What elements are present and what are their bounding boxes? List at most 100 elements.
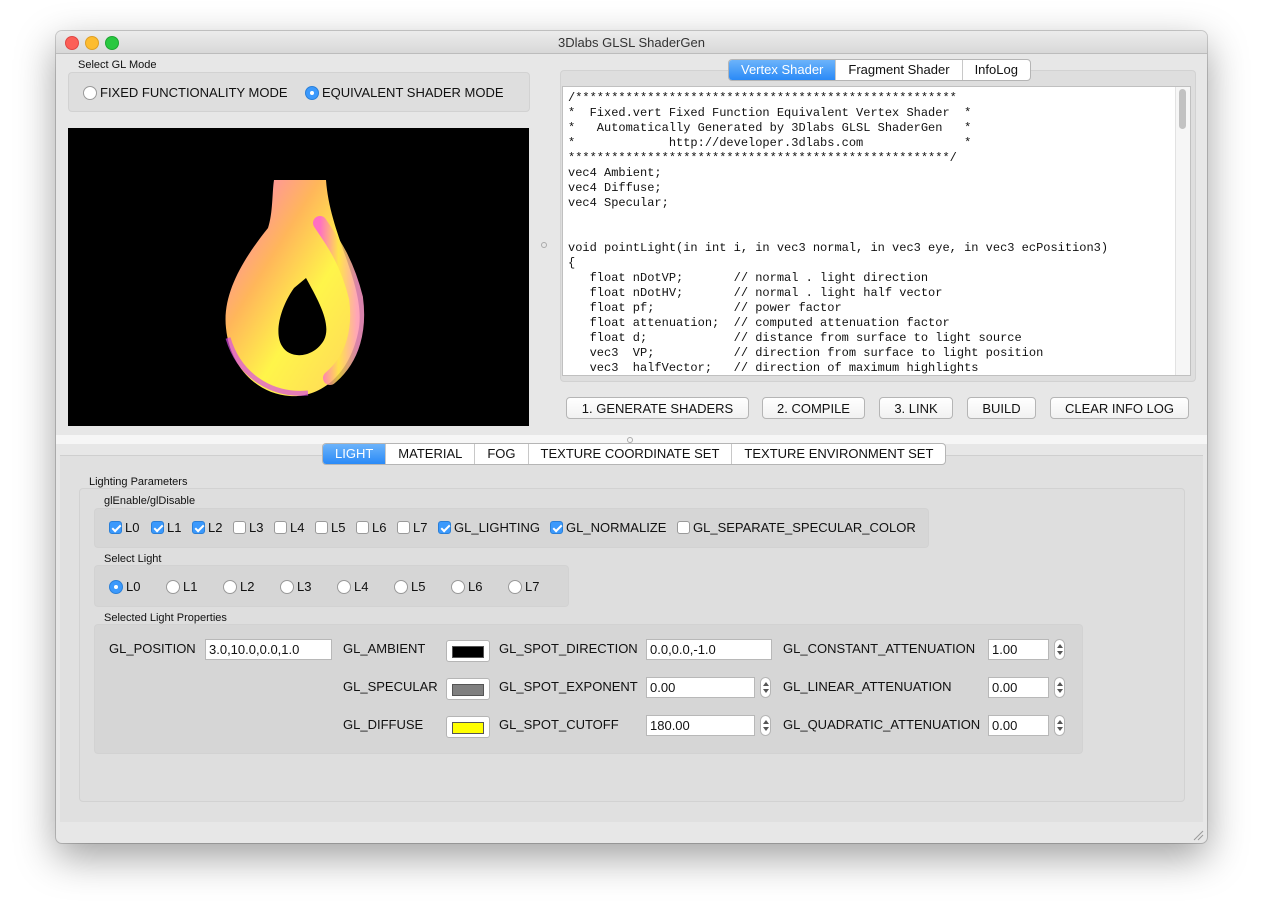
- enable-l6[interactable]: L6: [356, 519, 386, 535]
- tab-texture-environment-set[interactable]: TEXTURE ENVIRONMENT SET: [732, 444, 945, 464]
- link-button[interactable]: 3. LINK: [879, 397, 953, 419]
- enable-l7-checkbox[interactable]: [397, 521, 410, 535]
- gl-viewport[interactable]: [68, 128, 529, 426]
- enable-l7[interactable]: L7: [397, 519, 427, 535]
- light-radio-l1[interactable]: L1: [166, 578, 197, 594]
- tab-vertex-shader[interactable]: Vertex Shader: [729, 60, 837, 80]
- code-scrollbar-thumb[interactable]: [1179, 89, 1186, 129]
- clear-info-log-button[interactable]: CLEAR INFO LOG: [1050, 397, 1189, 419]
- vertical-splitter-handle[interactable]: [541, 242, 547, 248]
- enable-l4-label: L4: [290, 520, 305, 536]
- compile-button[interactable]: 2. COMPILE: [762, 397, 865, 419]
- shader-mode-radio-indicator[interactable]: [305, 85, 319, 100]
- gl-spot-exponent-input[interactable]: 0.00: [646, 677, 755, 698]
- fixed-mode-radio-indicator[interactable]: [83, 85, 97, 100]
- resize-grip-icon[interactable]: [1192, 829, 1204, 841]
- light-l1-indicator[interactable]: [166, 579, 180, 594]
- gl-linear-att-input[interactable]: 0.00: [988, 677, 1049, 698]
- light-radio-l0[interactable]: L0: [109, 578, 140, 594]
- enable-l1[interactable]: L1: [151, 519, 181, 535]
- tab-fragment-shader[interactable]: Fragment Shader: [836, 60, 963, 80]
- spot-cutoff-stepper[interactable]: [760, 715, 771, 736]
- gl-constant-att-input[interactable]: 1.00: [988, 639, 1049, 660]
- constant-att-stepper[interactable]: [1054, 639, 1065, 660]
- code-scrollbar[interactable]: [1175, 87, 1190, 375]
- spot-exponent-stepper[interactable]: [760, 677, 771, 698]
- tab-infolog[interactable]: InfoLog: [963, 60, 1030, 80]
- enable-gl-lighting[interactable]: GL_LIGHTING: [438, 519, 540, 535]
- enable-l6-checkbox[interactable]: [356, 521, 369, 535]
- enable-l1-checkbox[interactable]: [151, 521, 164, 535]
- title-bar: 3Dlabs GLSL ShaderGen: [56, 31, 1207, 54]
- light-radio-l5[interactable]: L5: [394, 578, 425, 594]
- build-button[interactable]: BUILD: [967, 397, 1036, 419]
- enable-gl-separate-specular[interactable]: GL_SEPARATE_SPECULAR_COLOR: [677, 519, 916, 535]
- enable-l2-checkbox[interactable]: [192, 521, 205, 535]
- light-radio-l4[interactable]: L4: [337, 578, 368, 594]
- gl-separate-specular-checkbox[interactable]: [677, 521, 690, 535]
- light-l3-indicator[interactable]: [280, 579, 294, 594]
- tab-material[interactable]: MATERIAL: [386, 444, 476, 464]
- light-l4-indicator[interactable]: [337, 579, 351, 594]
- gl-diffuse-label: GL_DIFFUSE: [343, 717, 424, 732]
- gl-specular-label: GL_SPECULAR: [343, 679, 438, 694]
- enable-l0-checkbox[interactable]: [109, 521, 122, 535]
- light-l4-label: L4: [354, 579, 369, 595]
- ambient-color-swatch: [452, 646, 484, 658]
- gl-normalize-checkbox[interactable]: [550, 521, 563, 535]
- gl-spot-cutoff-label: GL_SPOT_CUTOFF: [499, 717, 619, 732]
- light-radio-l3[interactable]: L3: [280, 578, 311, 594]
- lighting-params-label: Lighting Parameters: [89, 476, 188, 488]
- gl-position-input[interactable]: 3.0,10.0,0.0,1.0: [205, 639, 332, 660]
- light-radio-l6[interactable]: L6: [451, 578, 482, 594]
- tab-fog[interactable]: FOG: [475, 444, 529, 464]
- enable-l6-label: L6: [372, 520, 387, 536]
- shader-code-editor[interactable]: /***************************************…: [562, 86, 1191, 376]
- light-l2-label: L2: [240, 579, 255, 595]
- tab-texture-coordinate-set[interactable]: TEXTURE COORDINATE SET: [529, 444, 733, 464]
- enable-l4-checkbox[interactable]: [274, 521, 287, 535]
- enable-l2[interactable]: L2: [192, 519, 222, 535]
- light-l7-indicator[interactable]: [508, 579, 522, 594]
- gl-ambient-color-button[interactable]: [446, 640, 490, 662]
- gl-spot-direction-input[interactable]: 0.0,0.0,-1.0: [646, 639, 772, 660]
- light-l5-indicator[interactable]: [394, 579, 408, 594]
- gl-mode-group-label: Select GL Mode: [78, 59, 157, 71]
- enable-gl-normalize[interactable]: GL_NORMALIZE: [550, 519, 666, 535]
- enable-l0[interactable]: L0: [109, 519, 139, 535]
- linear-att-stepper[interactable]: [1054, 677, 1065, 698]
- light-l0-indicator[interactable]: [109, 579, 123, 594]
- gl-diffuse-color-button[interactable]: [446, 716, 490, 738]
- light-l6-indicator[interactable]: [451, 579, 465, 594]
- gl-lighting-checkbox[interactable]: [438, 521, 451, 535]
- gl-specular-color-button[interactable]: [446, 678, 490, 700]
- gl-spot-cutoff-input[interactable]: 180.00: [646, 715, 755, 736]
- diffuse-color-swatch: [452, 722, 484, 734]
- light-l2-indicator[interactable]: [223, 579, 237, 594]
- enable-l5[interactable]: L5: [315, 519, 345, 535]
- generate-shaders-button[interactable]: 1. GENERATE SHADERS: [566, 397, 749, 419]
- light-radio-l7[interactable]: L7: [508, 578, 539, 594]
- rendered-torus-knot: [225, 180, 365, 397]
- enable-l3-checkbox[interactable]: [233, 521, 246, 535]
- light-l0-label: L0: [126, 579, 141, 595]
- tab-light[interactable]: LIGHT: [323, 444, 387, 464]
- enable-l5-checkbox[interactable]: [315, 521, 328, 535]
- shader-mode-label: EQUIVALENT SHADER MODE: [322, 85, 504, 101]
- shader-mode-radio[interactable]: EQUIVALENT SHADER MODE: [305, 84, 504, 100]
- quadratic-att-stepper[interactable]: [1054, 715, 1065, 736]
- gl-constant-att-label: GL_CONSTANT_ATTENUATION: [783, 641, 976, 656]
- light-l3-label: L3: [297, 579, 312, 595]
- enable-l3[interactable]: L3: [233, 519, 263, 535]
- light-l1-label: L1: [183, 579, 198, 595]
- enable-l5-label: L5: [331, 520, 346, 536]
- fixed-mode-radio[interactable]: FIXED FUNCTIONALITY MODE: [83, 84, 288, 100]
- enable-l4[interactable]: L4: [274, 519, 304, 535]
- gl-spot-direction-label: GL_SPOT_DIRECTION: [499, 641, 638, 656]
- window-title: 3Dlabs GLSL ShaderGen: [558, 35, 705, 50]
- gl-quadratic-att-input[interactable]: 0.00: [988, 715, 1049, 736]
- shader-tabbar: Vertex Shader Fragment Shader InfoLog: [728, 59, 1031, 81]
- gl-spot-exponent-label: GL_SPOT_EXPONENT: [499, 679, 638, 694]
- specular-color-swatch: [452, 684, 484, 696]
- light-radio-l2[interactable]: L2: [223, 578, 254, 594]
